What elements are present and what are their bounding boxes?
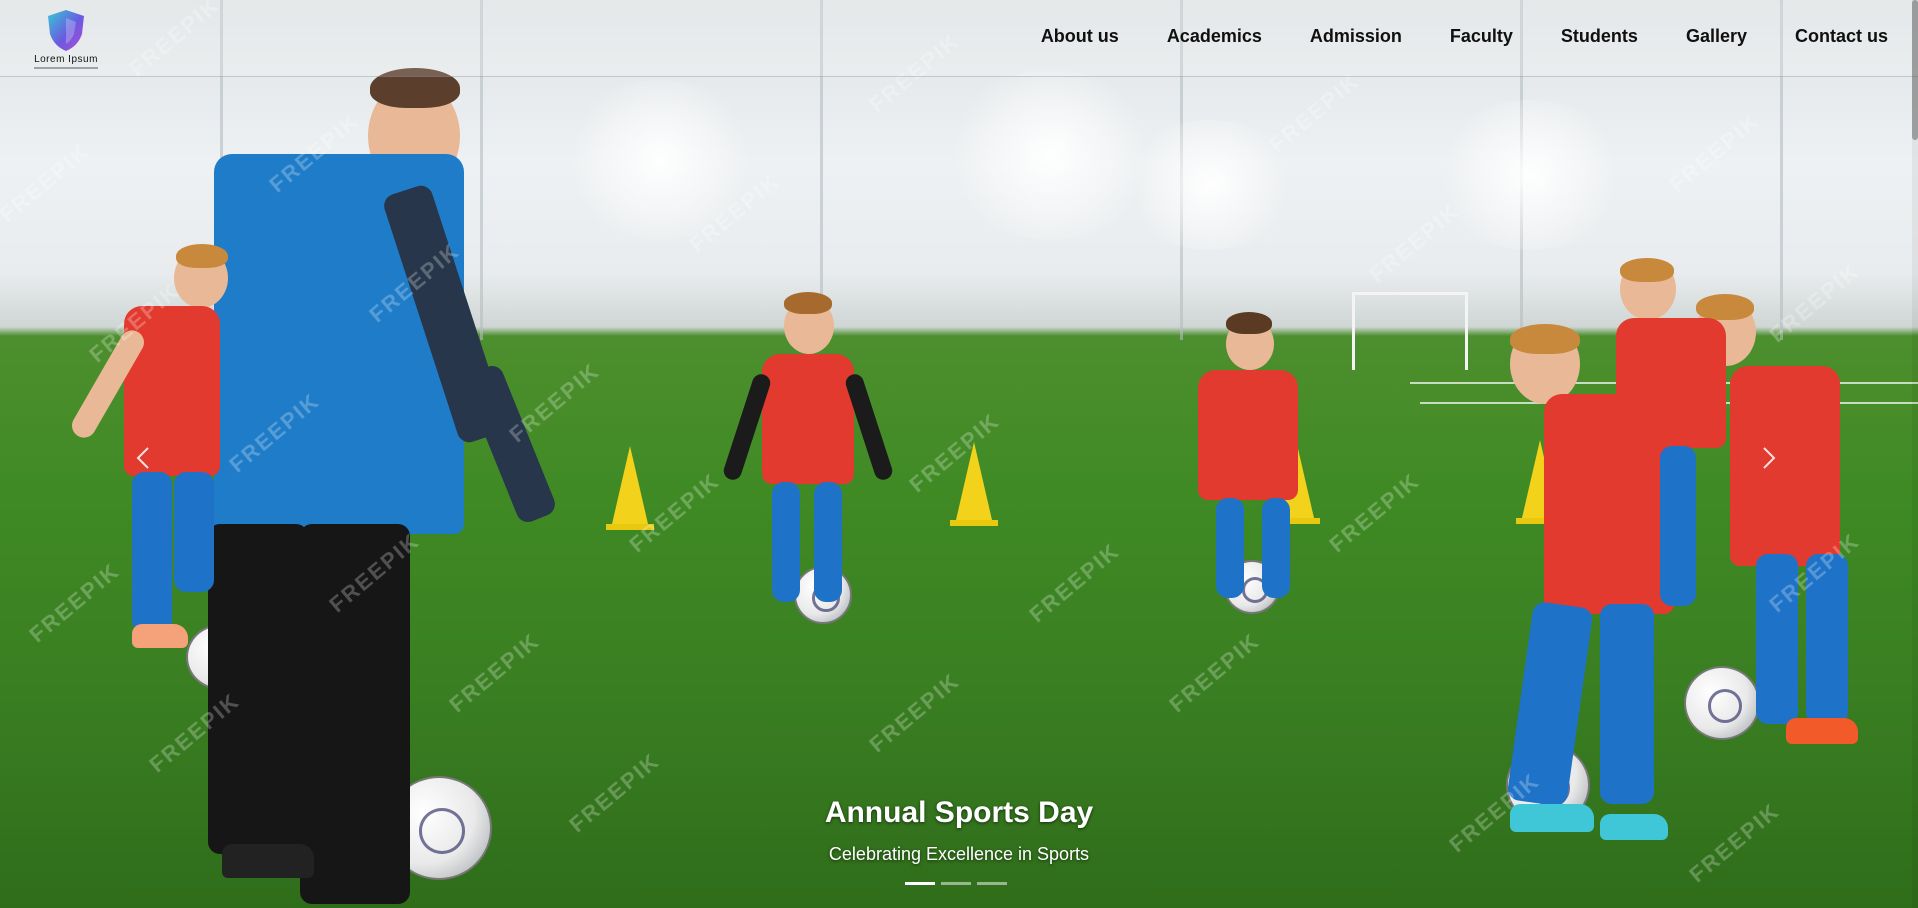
watermark: FREEPIK [1664, 107, 1765, 198]
top-navbar: Lorem Ipsum About us Academics Admission… [0, 0, 1918, 77]
brand-name: Lorem Ipsum [34, 54, 98, 65]
nav-link-students[interactable]: Students [1561, 26, 1638, 47]
watermark: FREEPIK [0, 137, 95, 228]
player-figure [1180, 312, 1330, 612]
brand-logo[interactable]: Lorem Ipsum [28, 8, 104, 69]
nav-link-contact-us[interactable]: Contact us [1795, 26, 1888, 47]
ceiling-light [940, 70, 1160, 240]
carousel-next-button[interactable] [1756, 446, 1780, 470]
carousel-prev-button[interactable] [132, 446, 156, 470]
watermark: FREEPIK [1364, 197, 1465, 288]
scrollbar-thumb[interactable] [1912, 0, 1918, 140]
watermark: FREEPIK [1324, 467, 1425, 558]
chevron-left-icon [136, 447, 149, 469]
carousel-indicators [905, 882, 1007, 885]
training-cone [606, 446, 654, 530]
nav-link-about-us[interactable]: About us [1041, 26, 1119, 47]
carousel-indicator-1[interactable] [905, 882, 935, 885]
page-scrollbar[interactable] [1912, 0, 1918, 908]
nav-link-admission[interactable]: Admission [1310, 26, 1402, 47]
carousel-caption-subtitle: Celebrating Excellence in Sports [828, 844, 1090, 864]
carousel-indicator-2[interactable] [941, 882, 971, 885]
ceiling-light [1430, 100, 1630, 250]
brand-tagline-rule [34, 67, 98, 69]
chevron-right-icon [1763, 447, 1776, 469]
watermark: FREEPIK [1164, 627, 1265, 718]
nav-link-faculty[interactable]: Faculty [1450, 26, 1513, 47]
carousel-indicator-3[interactable] [977, 882, 1007, 885]
main-menu: About us Academics Admission Faculty Stu… [993, 26, 1888, 47]
shield-logo-icon [48, 10, 84, 51]
coach-figure [200, 64, 570, 908]
nav-link-academics[interactable]: Academics [1167, 26, 1262, 47]
nav-link-gallery[interactable]: Gallery [1686, 26, 1747, 47]
player-figure [1610, 258, 1740, 638]
carousel-caption-title: Annual Sports Day [824, 796, 1094, 829]
watermark: FREEPIK [1024, 537, 1125, 628]
player-figure [721, 292, 895, 622]
goal-frame [1352, 292, 1468, 370]
watermark: FREEPIK [1264, 67, 1365, 158]
watermark: FREEPIK [864, 667, 965, 758]
hero-carousel-slide: FREEPIK FREEPIK FREEPIK FREEPIK FREEPIK … [0, 0, 1918, 908]
